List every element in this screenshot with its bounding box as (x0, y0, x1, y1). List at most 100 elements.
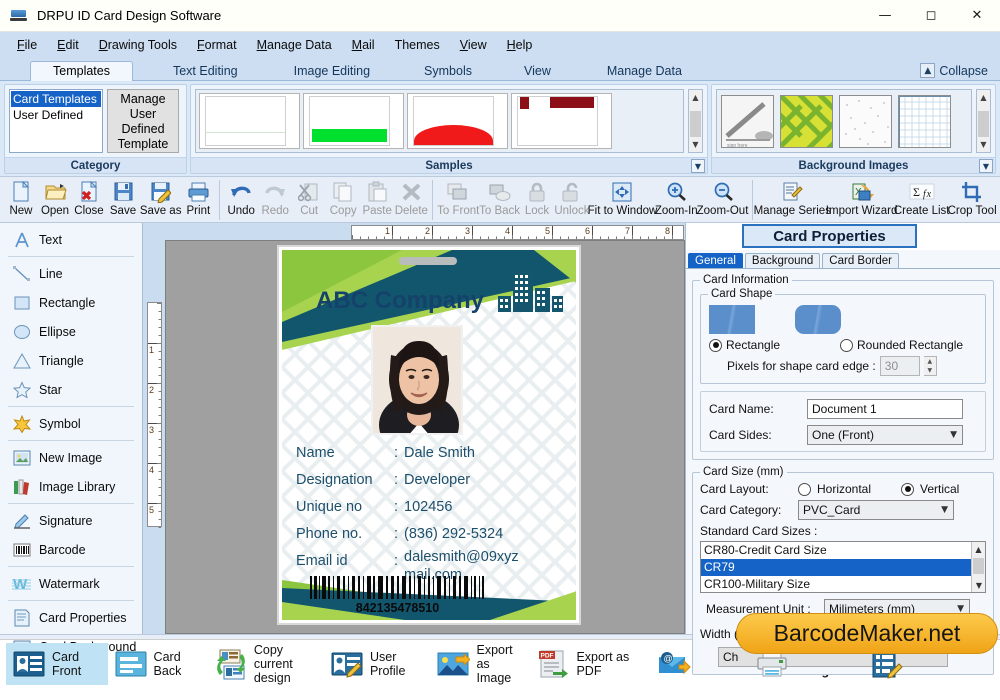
tool-new-image[interactable]: New Image (0, 443, 142, 472)
tool-signature[interactable]: Signature (0, 506, 142, 535)
minimize-button[interactable]: — (862, 0, 908, 32)
radio-horizontal[interactable] (798, 483, 811, 496)
samples-scrollbar[interactable]: ▲ ▼ (688, 89, 703, 153)
bg-scroll-thumb[interactable] (978, 111, 989, 137)
sizes-scroll-down-icon[interactable]: ▼ (972, 578, 986, 592)
toolbar-unlock[interactable]: Unlock (554, 179, 590, 218)
sizes-scrollbar[interactable]: ▲ ▼ (971, 542, 985, 592)
tool-watermark[interactable]: W Watermark (0, 569, 142, 598)
card-sides-select[interactable]: One (Front) ▼ (807, 425, 963, 445)
tool-ellipse[interactable]: Ellipse (0, 317, 142, 346)
radio-rounded-rectangle[interactable] (840, 339, 853, 352)
pixels-edge-input[interactable]: 30 (880, 356, 920, 376)
samples-more-icon[interactable]: ▼ (691, 159, 705, 173)
background-images-gallery[interactable]: sign here (716, 89, 972, 153)
toolbar-print[interactable]: Print (181, 179, 215, 218)
bottom-user-profile[interactable]: User Profile (324, 643, 431, 685)
close-button[interactable]: ✕ (954, 0, 1000, 32)
manage-user-defined-template-button[interactable]: Manage User Defined Template (107, 89, 179, 153)
tool-image-library[interactable]: Image Library (0, 472, 142, 501)
tab-background[interactable]: Background (745, 253, 820, 268)
stepper-down-icon[interactable]: ▼ (924, 366, 936, 375)
category-option-card-templates[interactable]: Card Templates (11, 91, 101, 107)
toolbar-zoom-out[interactable]: Zoom-Out (698, 179, 748, 218)
sizes-scroll-up-icon[interactable]: ▲ (972, 542, 985, 556)
toolbar-save[interactable]: Save (106, 179, 140, 218)
shape-preview-rectangle[interactable] (709, 305, 755, 334)
tab-general[interactable]: General (688, 253, 743, 268)
toolbar-to-back[interactable]: To Back (479, 179, 520, 218)
tab-symbols[interactable]: Symbols (408, 62, 488, 81)
menu-edit[interactable]: Edit (48, 35, 88, 55)
background-images-scrollbar[interactable]: ▲ ▼ (976, 89, 991, 153)
bottom-card-front[interactable]: Card Front (6, 643, 108, 685)
bg-scroll-down-icon[interactable]: ▼ (977, 137, 990, 152)
size-option-cr100[interactable]: CR100-Military Size (701, 576, 985, 593)
toolbar-paste[interactable]: Paste (360, 179, 394, 218)
toolbar-save-as[interactable]: Save as (140, 179, 181, 218)
tab-card-border[interactable]: Card Border (822, 253, 899, 268)
toolbar-create-list[interactable]: Σf x Create List (895, 179, 948, 218)
canvas-paper[interactable]: ABC Company (165, 240, 685, 634)
toolbar-zoom-in[interactable]: Zoom-In (655, 179, 697, 218)
toolbar-manage-series[interactable]: Manage Series (756, 179, 828, 218)
tool-text[interactable]: Text (0, 225, 142, 254)
sample-template-3[interactable] (407, 93, 508, 149)
bottom-export-as-pdf[interactable]: PDF Export as PDF (530, 643, 651, 685)
menu-themes[interactable]: Themes (386, 35, 449, 55)
toolbar-copy[interactable]: Copy (326, 179, 360, 218)
toolbar-undo[interactable]: Undo (224, 179, 258, 218)
sample-template-1[interactable] (199, 93, 300, 149)
toolbar-new[interactable]: New (4, 179, 38, 218)
horizontal-ruler[interactable]: 1 2 3 4 5 6 7 8 (165, 223, 685, 240)
tool-symbol[interactable]: Symbol (0, 409, 142, 438)
tool-triangle[interactable]: Triangle (0, 346, 142, 375)
scroll-up-icon[interactable]: ▲ (689, 90, 702, 105)
tab-manage-data[interactable]: Manage Data (591, 62, 698, 81)
toolbar-open[interactable]: Open (38, 179, 72, 218)
sample-template-4[interactable] (511, 93, 612, 149)
background-thumb-texture[interactable] (839, 95, 892, 148)
tool-rectangle[interactable]: Rectangle (0, 288, 142, 317)
toolbar-lock[interactable]: Lock (520, 179, 554, 218)
menu-view[interactable]: View (451, 35, 496, 55)
tool-star[interactable]: Star (0, 375, 142, 404)
stepper-up-icon[interactable]: ▲ (924, 357, 936, 366)
size-option-cr80[interactable]: CR80-Credit Card Size (701, 542, 985, 559)
background-images-more-icon[interactable]: ▼ (979, 159, 993, 173)
card-category-select[interactable]: PVC_Card ▼ (798, 500, 954, 520)
sizes-scroll-thumb[interactable] (973, 558, 984, 574)
pixels-edge-stepper[interactable]: ▲▼ (924, 356, 937, 376)
bg-scroll-up-icon[interactable]: ▲ (977, 90, 990, 105)
bottom-copy-current-design[interactable]: Copy current design (208, 643, 324, 685)
background-thumb-signature[interactable]: sign here (721, 95, 774, 148)
background-thumb-green-pattern[interactable] (780, 95, 833, 148)
toolbar-redo[interactable]: Redo (258, 179, 292, 218)
sample-template-2[interactable] (303, 93, 404, 149)
menu-format[interactable]: Format (188, 35, 246, 55)
scroll-down-icon[interactable]: ▼ (689, 137, 702, 152)
toolbar-cut[interactable]: Cut (292, 179, 326, 218)
bottom-export-as-image[interactable]: Export as Image (430, 643, 530, 685)
card-name-input[interactable]: Document 1 (807, 399, 963, 419)
collapse-ribbon-button[interactable]: ▲ Collapse (920, 63, 988, 78)
samples-gallery[interactable] (195, 89, 684, 153)
toolbar-close[interactable]: Close (72, 179, 106, 218)
tab-view[interactable]: View (508, 62, 567, 81)
menu-drawing-tools[interactable]: Drawing Tools (90, 35, 186, 55)
scroll-track[interactable] (689, 105, 702, 137)
toolbar-import-wizard[interactable]: X Import Wizard (828, 179, 895, 218)
standard-card-sizes-listbox[interactable]: CR80-Credit Card Size CR79 CR100-Militar… (700, 541, 986, 593)
tool-card-properties[interactable]: Card Properties (0, 603, 142, 632)
category-option-user-defined[interactable]: User Defined (11, 107, 101, 123)
scroll-thumb[interactable] (690, 111, 701, 137)
size-option-cr79[interactable]: CR79 (701, 559, 985, 576)
tool-barcode[interactable]: Barcode (0, 535, 142, 564)
maximize-button[interactable]: ◻ (908, 0, 954, 32)
id-card-preview[interactable]: ABC Company (277, 245, 581, 625)
tab-image-editing[interactable]: Image Editing (278, 62, 386, 81)
radio-rectangle[interactable] (709, 339, 722, 352)
toolbar-delete[interactable]: Delete (394, 179, 428, 218)
toolbar-crop-tool[interactable]: Crop Tool (948, 179, 996, 218)
toolbar-to-front[interactable]: To Front (437, 179, 479, 218)
